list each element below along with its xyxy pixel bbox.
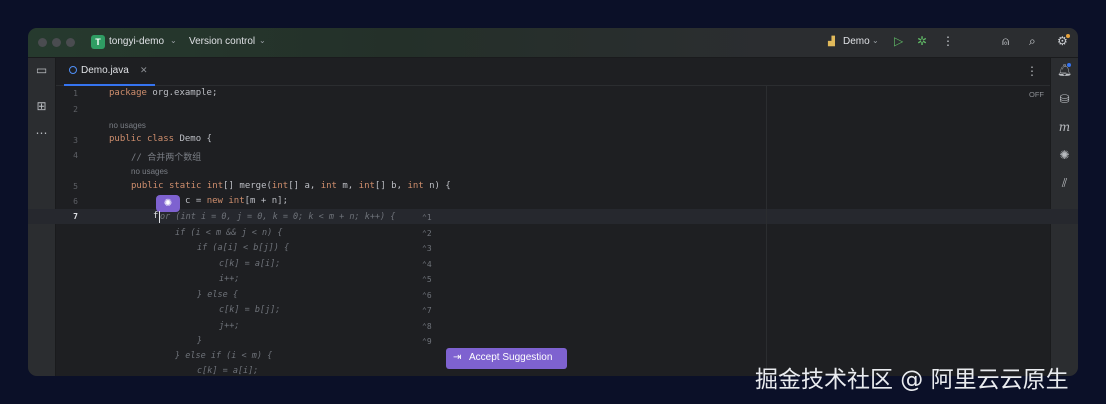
keyword: int [228,196,245,206]
line-number: 1 [73,89,78,98]
run-config-icon: ▟ [828,36,835,46]
keyword: public [109,134,142,144]
alt-shortcut-hint: ⌃1 [422,213,432,222]
code-text: [m + n]; [244,196,288,206]
alt-shortcut-hint: ⌃4 [422,260,432,269]
notifications-icon[interactable]: 🔔︎ [1051,63,1078,77]
add-user-icon[interactable]: ⍝ [1002,34,1009,49]
maximize-window-button[interactable] [66,38,75,47]
code-text: m, [336,181,359,191]
keyword: int [271,181,289,191]
keyword: int [206,181,224,191]
keyword: new [206,196,223,206]
accept-suggestion-label: Accept Suggestion [469,352,553,363]
code-comment[interactable]: // 合并两个数组 [131,150,201,163]
alt-shortcut-hint: ⌃7 [422,306,432,315]
usages-hint[interactable]: no usages [131,167,168,176]
code-line-3[interactable]: public class Demo { [109,134,212,144]
maven-icon[interactable]: m [1051,120,1078,134]
code-text: [] merge( [223,181,272,191]
watermark: 掘金技术社区 @ 阿里云云原生 [755,367,1069,393]
usages-hint[interactable]: no usages [109,121,146,130]
accept-suggestion-button[interactable]: ⇥ Accept Suggestion [446,348,567,369]
code-text: [] a, [288,181,321,191]
code-text: Demo { [174,134,212,144]
line-number: 2 [73,105,78,114]
ghost-suggestion-line: c[k] = b[j]; [219,305,281,315]
title-bar: T tongyi-demo ⌄ Version control ⌄ ▟ Demo… [28,28,1078,58]
more-icon[interactable]: ⋮ [942,34,954,48]
ghost-suggestion-line: c[k] = a[i]; [197,366,259,376]
active-tab-indicator [64,84,155,86]
code-line-6[interactable]: c = new int[m + n]; [185,196,288,206]
chevron-down-icon[interactable]: ⌄ [259,36,266,45]
ghost-suggestion-line: i++; [219,274,240,284]
keyword: int [407,181,424,191]
ghost-suggestion-line: } else if (i < m) { [175,351,273,361]
ghost-suggestion-line: c[k] = a[i]; [219,259,281,269]
ghost-suggestion-line: } else { [197,290,238,300]
run-icon[interactable]: ▷ [894,34,903,48]
code-text: [] b, [374,181,408,191]
minimize-window-button[interactable] [52,38,61,47]
ghost-suggestion-line: } [197,336,203,346]
keyword: package [109,88,147,98]
keyword: static [168,181,202,191]
editor-tab-bar: Demo.java ✕ ⋮ [56,58,1050,86]
chevron-down-icon[interactable]: ⌄ [170,36,177,45]
line-number: 3 [73,136,78,145]
notification-dot [1066,34,1070,38]
alt-shortcut-hint: ⌃2 [422,229,432,238]
project-badge[interactable]: T [91,35,105,49]
line-number: 4 [73,151,78,160]
ghost-suggestion-line: if (i < m && j < n) { [175,228,283,238]
tab-demo-java[interactable]: Demo.java ✕ [64,58,155,86]
folder-icon[interactable]: ▭ [28,63,55,77]
chevron-down-icon[interactable]: ⌄ [872,36,879,45]
code-text: n) { [423,181,451,191]
run-config-selector[interactable]: Demo [843,36,870,47]
code-text: c = [185,196,207,206]
ghost-suggestion-line: j++; [219,321,240,331]
code-line-5[interactable]: public static int[] merge(int[] a, int m… [131,181,451,191]
notification-dot [1067,63,1071,67]
alt-shortcut-hint: ⌃5 [422,275,432,284]
keyword: int [320,181,337,191]
right-margin-guide [766,85,767,376]
profiler-icon[interactable]: ⫽ [1051,176,1078,191]
ai-assistant-badge[interactable]: ✺ [156,195,180,212]
reader-mode-toggle[interactable]: OFF [1029,90,1044,99]
alt-shortcut-hint: ⌃6 [422,291,432,300]
tab-key-icon: ⇥ [453,352,462,363]
keyword: public [131,181,164,191]
code-line-1[interactable]: package org.example; [109,88,217,98]
line-number-current: 7 [73,212,78,221]
ai-assistant-icon[interactable]: ✺ [1051,148,1078,162]
alt-shortcut-hint: ⌃8 [422,322,432,331]
alt-shortcut-hint: ⌃3 [422,244,432,253]
java-class-icon [69,66,77,74]
close-icon[interactable]: ✕ [140,65,148,76]
tab-options-icon[interactable]: ⋮ [1026,64,1038,78]
ghost-suggestion-line: if (a[i] < b[j]) { [197,243,290,253]
line-number: 6 [73,197,78,206]
alt-shortcut-hint: ⌃9 [422,337,432,346]
keyword: int [358,181,375,191]
debug-icon[interactable]: ✲ [917,34,927,48]
code-line-7-typed[interactable]: f [153,211,158,221]
version-control-menu[interactable]: Version control [189,36,255,47]
close-window-button[interactable] [38,38,47,47]
project-name[interactable]: tongyi-demo [109,36,164,47]
keyword: class [146,134,175,144]
ghost-suggestion-line: or (int i = 0, j = 0, k = 0; k < m + n; … [160,212,396,222]
tab-label: Demo.java [81,65,129,76]
search-icon[interactable]: ⌕ [1029,34,1036,49]
code-text: org.example; [146,88,218,98]
database-icon[interactable]: ⛁ [1051,92,1078,106]
line-number: 5 [73,182,78,191]
